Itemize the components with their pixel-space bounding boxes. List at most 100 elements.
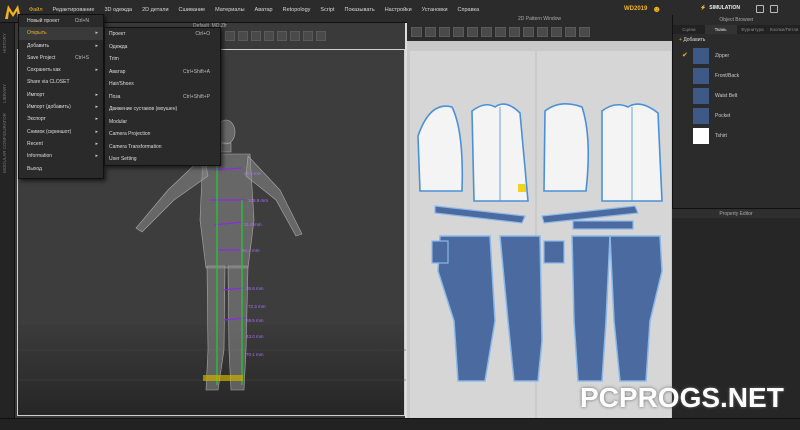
move-tool-icon[interactable] <box>238 31 248 41</box>
2d-window-title: 2D Pattern Window <box>407 15 672 23</box>
file-menu-dropdown: Новый проект Ctrl+N Открыть ▸ Добавить ▸ Save … <box>18 14 104 179</box>
sewing-tool-icon[interactable] <box>509 27 520 37</box>
left-sidebar: HISTORY MODULAR CONFIGURATOR LIBRARY <box>0 23 15 418</box>
open-submenu-item[interactable]: Camera Projection <box>105 128 220 141</box>
open-submenu-item-label: Аватар <box>109 68 126 75</box>
measure-tool-icon[interactable] <box>277 31 287 41</box>
object-browser-tab[interactable]: Кнопки/Петли <box>768 25 800 34</box>
library-tab[interactable]: LIBRARY <box>2 84 7 103</box>
menu-item[interactable]: Файл <box>24 6 48 14</box>
object-browser-tab[interactable]: Фурнитура <box>737 25 769 34</box>
select-tool-icon[interactable] <box>225 31 235 41</box>
grid-tool-icon[interactable] <box>316 31 326 41</box>
open-submenu-item[interactable]: Поза Ctrl+Shift+P <box>105 91 220 104</box>
open-submenu-item[interactable]: Trim <box>105 53 220 66</box>
menu-item[interactable]: Установки <box>417 6 453 14</box>
menu-item[interactable]: Материалы <box>210 6 249 14</box>
open-submenu: Проект Ctrl+O Одежда Trim Аватар Ctrl+Shift+A… <box>104 27 221 166</box>
file-menu-item[interactable]: Открыть ▸ <box>19 27 103 40</box>
rectangle-tool-icon[interactable] <box>467 27 478 37</box>
menu-item[interactable]: Retopology <box>278 6 316 14</box>
modular-tab[interactable]: MODULAR CONFIGURATOR <box>2 113 7 173</box>
fold-tool-icon[interactable] <box>264 31 274 41</box>
edit-pattern-icon[interactable] <box>425 27 436 37</box>
measurement-label: 35.6 mm <box>246 286 264 291</box>
fabric-list-item[interactable]: Front/Back <box>673 66 800 86</box>
object-browser-tab[interactable]: Сцена <box>673 25 705 34</box>
fabric-label: Zipper <box>715 53 730 59</box>
fabric-label: Tshirt <box>715 133 727 139</box>
transform-tool-icon[interactable] <box>411 27 422 37</box>
watermark-text: PCPROGS.NET <box>580 382 784 413</box>
window-icon[interactable] <box>770 5 778 13</box>
menu-item[interactable]: 2D детали <box>137 6 173 14</box>
file-menu-item[interactable]: Новый проект Ctrl+N <box>19 15 103 27</box>
fabric-swatch <box>693 68 709 84</box>
open-submenu-item[interactable]: Одежда <box>105 41 220 54</box>
fabric-swatch <box>693 108 709 124</box>
render-tool-icon[interactable] <box>303 31 313 41</box>
2d-pattern-window[interactable]: 2D Pattern Window <box>407 15 672 430</box>
menu-item[interactable]: Редактирование <box>48 6 100 14</box>
open-submenu-item[interactable]: User Setting <box>105 153 220 166</box>
submenu-arrow-icon: ▸ <box>95 153 98 160</box>
simulation-button[interactable]: SIMULATION <box>700 5 740 11</box>
fabric-list-item[interactable]: Tshirt <box>673 126 800 146</box>
file-menu-item[interactable]: Share via CLOSET <box>19 76 103 88</box>
pin-tool-icon[interactable] <box>251 31 261 41</box>
segment-sew-icon[interactable] <box>523 27 534 37</box>
menu-item[interactable]: 3D одежда <box>99 6 137 14</box>
fold-arrangement-icon[interactable] <box>537 27 548 37</box>
history-tab[interactable]: HISTORY <box>2 33 7 53</box>
circle-tool-icon[interactable] <box>481 27 492 37</box>
file-menu-item[interactable]: Импорт (добавить) ▸ <box>19 101 103 113</box>
open-submenu-item[interactable]: Движение суставов (моушен) <box>105 103 220 116</box>
open-submenu-item-label: Движение суставов (моушен) <box>109 106 178 112</box>
shortcut-label: Ctrl+S <box>74 54 89 61</box>
open-submenu-item-label: Проект <box>109 31 126 37</box>
file-menu-item[interactable]: Экспорт ▸ <box>19 113 103 125</box>
object-browser-tab[interactable]: Ткань <box>704 25 737 34</box>
open-submenu-item[interactable]: Аватар Ctrl+Shift+A <box>105 66 220 79</box>
menu-item[interactable]: Показывать <box>339 6 379 14</box>
add-fabric-button[interactable]: Добавить <box>673 34 800 46</box>
open-submenu-item[interactable]: Проект Ctrl+O <box>105 28 220 41</box>
submenu-arrow-icon: ▸ <box>95 128 98 135</box>
menu-item[interactable]: Справка <box>453 6 485 14</box>
file-menu-item[interactable]: Сохранить как ▸ <box>19 64 103 76</box>
shortcut-label: Ctrl+Shift+A <box>183 68 210 75</box>
fabric-list-item[interactable]: Pocket <box>673 106 800 126</box>
fabric-list-item[interactable]: ✔ Zipper <box>673 46 800 66</box>
open-submenu-item[interactable]: Hair/Shoes <box>105 78 220 91</box>
button-tool-icon[interactable] <box>565 27 576 37</box>
texture-tool-icon[interactable] <box>551 27 562 37</box>
internal-line-icon[interactable] <box>495 27 506 37</box>
file-menu-item[interactable]: Снимок (скриншот) ▸ <box>19 126 103 138</box>
view-tool-icon[interactable] <box>290 31 300 41</box>
menu-item[interactable]: Script <box>315 6 339 14</box>
edit-curve-icon[interactable] <box>439 27 450 37</box>
file-menu-item[interactable]: Выход <box>19 163 103 175</box>
menu-item[interactable]: Сшивание <box>174 6 211 14</box>
user-icon[interactable]: ☻ <box>652 4 662 14</box>
layout-icon[interactable] <box>756 5 764 13</box>
file-menu-item[interactable]: Recent ▸ <box>19 138 103 150</box>
fabric-list-item[interactable]: Waist Belt <box>673 86 800 106</box>
zipper-tool-icon[interactable] <box>579 27 590 37</box>
open-submenu-item[interactable]: Camera Transformation <box>105 141 220 154</box>
measurement-label: 31.8 mm <box>244 222 262 227</box>
fabric-swatch <box>693 88 709 104</box>
polygon-tool-icon[interactable] <box>453 27 464 37</box>
menu-item[interactable]: Настройки <box>380 6 417 14</box>
file-menu-item[interactable]: Information ▸ <box>19 150 103 162</box>
file-menu-item[interactable]: Добавить ▸ <box>19 40 103 52</box>
object-browser: Object Browser Сцена Ткань Фурнитура Кнопки… <box>672 15 800 208</box>
file-menu-item-label: Открыть <box>27 30 47 37</box>
file-menu-item[interactable]: Save Project Ctrl+S <box>19 52 103 64</box>
object-browser-tabs: Сцена Ткань Фурнитура Кнопки/Петли <box>673 25 800 34</box>
menu-item[interactable]: Аватар <box>250 6 278 14</box>
file-menu-item[interactable]: Импорт ▸ <box>19 89 103 101</box>
open-submenu-item[interactable]: Modular <box>105 116 220 129</box>
open-submenu-item-label: Camera Projection <box>109 131 151 137</box>
pattern-canvas[interactable] <box>410 51 671 430</box>
